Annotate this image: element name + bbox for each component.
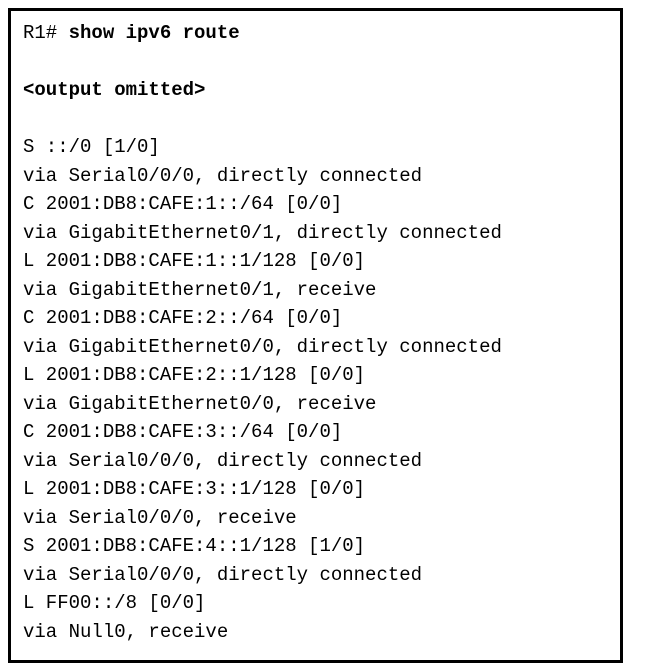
omitted-note: <output omitted> [23,76,608,105]
route-line: via Null0, receive [23,618,608,647]
route-line: via GigabitEthernet0/0, directly connect… [23,333,608,362]
route-line: L 2001:DB8:CAFE:2::1/128 [0/0] [23,361,608,390]
route-line: via Serial0/0/0, directly connected [23,447,608,476]
route-line: L 2001:DB8:CAFE:1::1/128 [0/0] [23,247,608,276]
route-line: via Serial0/0/0, directly connected [23,561,608,590]
route-line: S ::/0 [1/0] [23,133,608,162]
route-line: L FF00::/8 [0/0] [23,589,608,618]
command-text: show ipv6 route [69,22,240,44]
route-line: via GigabitEthernet0/1, receive [23,276,608,305]
route-line: via GigabitEthernet0/1, directly connect… [23,219,608,248]
terminal-output: R1# show ipv6 route <output omitted> S :… [8,8,623,663]
route-line: C 2001:DB8:CAFE:3::/64 [0/0] [23,418,608,447]
route-line: C 2001:DB8:CAFE:1::/64 [0/0] [23,190,608,219]
route-line: S 2001:DB8:CAFE:4::1/128 [1/0] [23,532,608,561]
route-line: via Serial0/0/0, receive [23,504,608,533]
route-line: C 2001:DB8:CAFE:2::/64 [0/0] [23,304,608,333]
route-line: via Serial0/0/0, directly connected [23,162,608,191]
command-line: R1# show ipv6 route [23,19,608,48]
route-line: L 2001:DB8:CAFE:3::1/128 [0/0] [23,475,608,504]
blank-line [23,105,608,134]
prompt: R1# [23,22,69,44]
blank-line [23,48,608,77]
route-line: via GigabitEthernet0/0, receive [23,390,608,419]
